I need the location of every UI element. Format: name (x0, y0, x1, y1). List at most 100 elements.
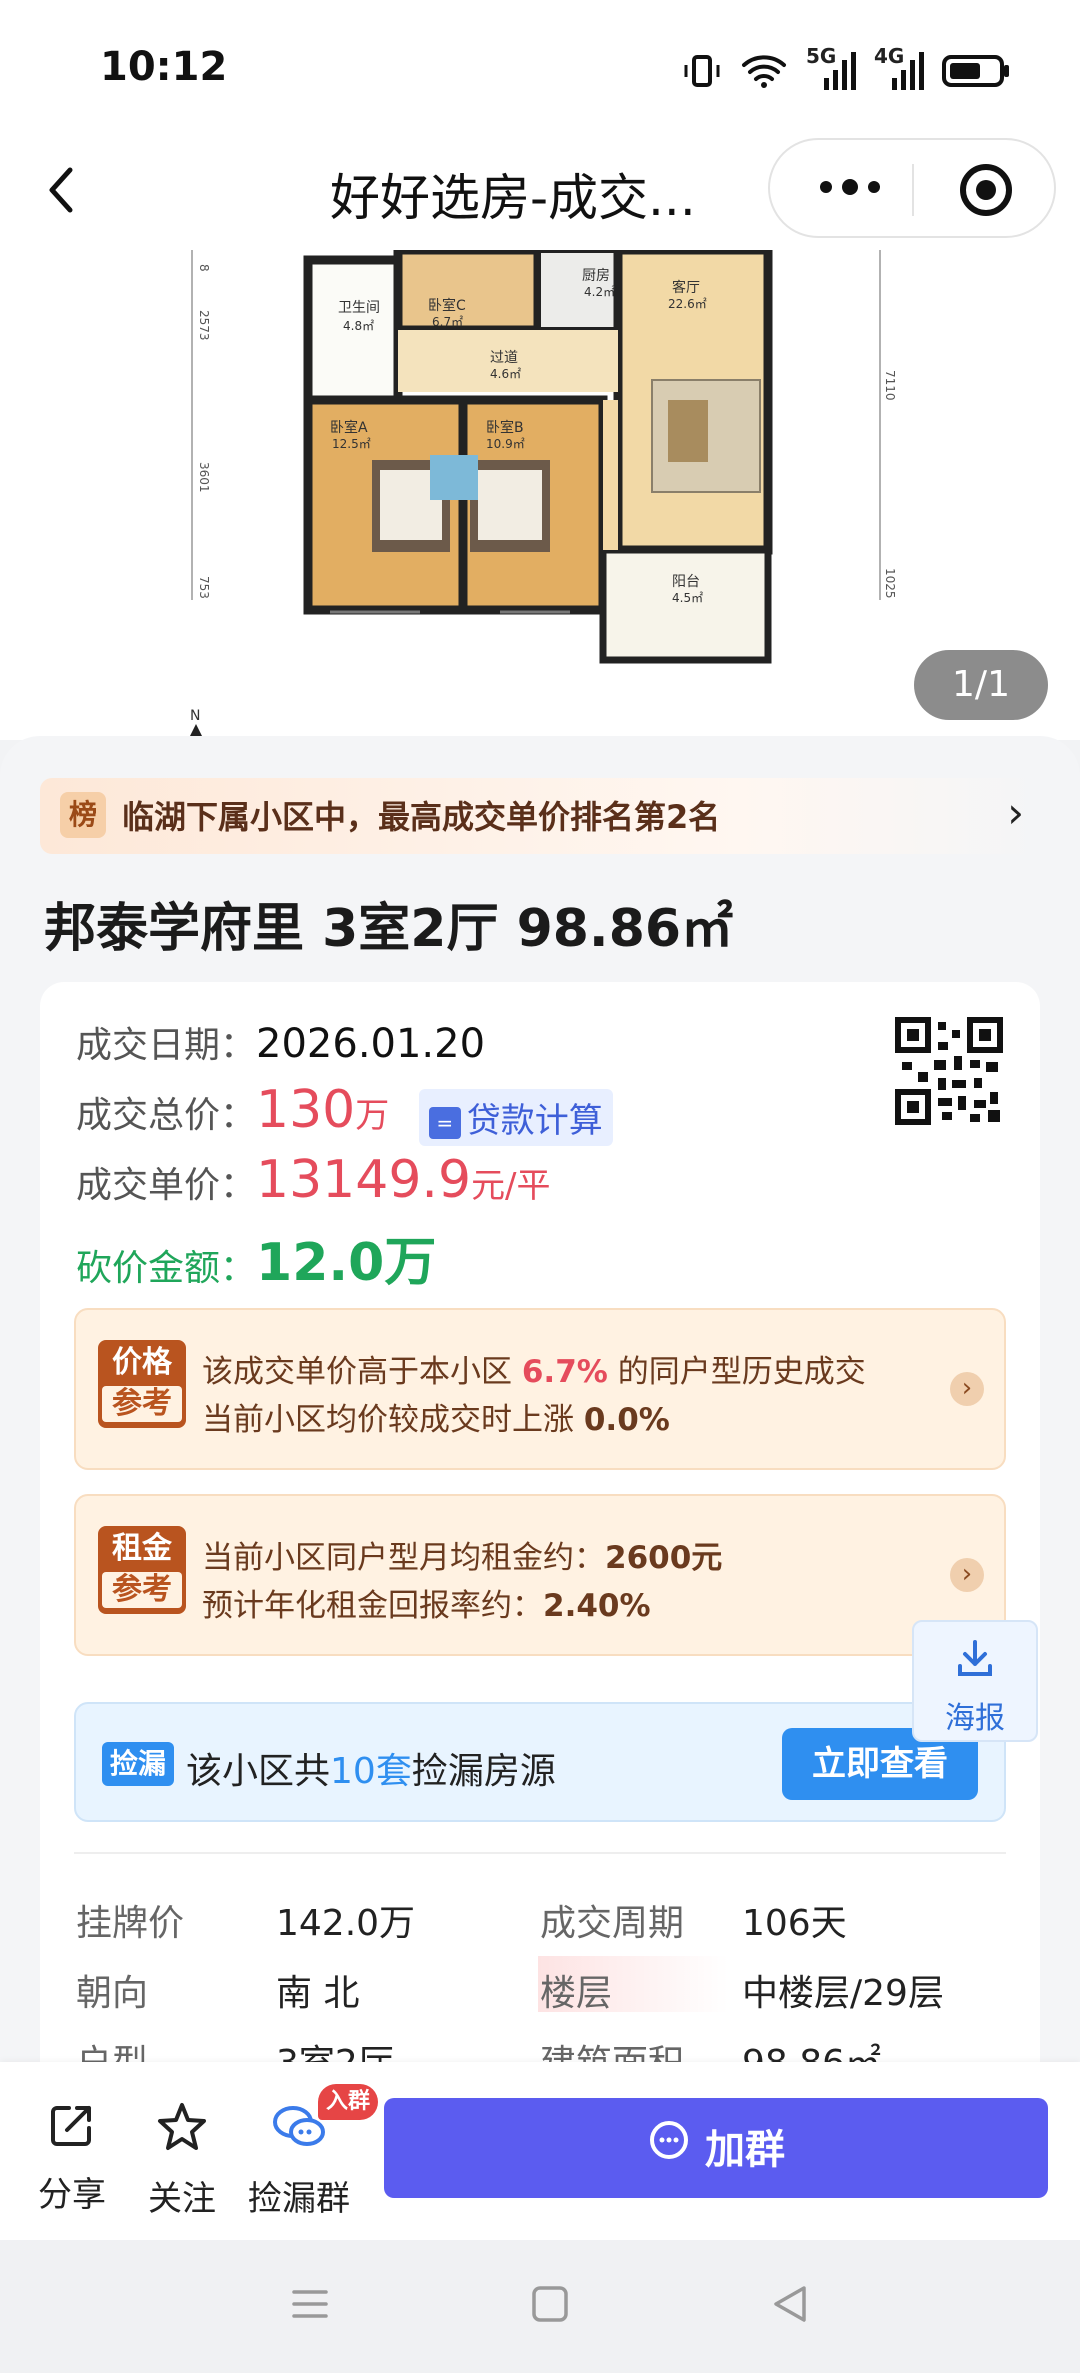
deal-date-row: 成交日期：2026.01.20 (76, 1016, 485, 1068)
info-value-orientation: 南 北 (276, 1973, 360, 2014)
download-icon (914, 1638, 1036, 1685)
floorplan-image[interactable]: 卫生间 4.8㎡ 卧室C 6.7㎡ 厨房 4.2㎡ 客厅 22.6㎡ 过道 4.… (0, 250, 1080, 740)
house-title: 邦泰学府里 3室2厅 98.86㎡ (44, 899, 734, 959)
svg-text:10.9㎡: 10.9㎡ (486, 437, 525, 451)
svg-text:7110: 7110 (883, 370, 897, 401)
deal-total-value: 130 (256, 1080, 356, 1140)
price-tip-line1: 该成交单价高于本小区 6.7% 的同户型历史成交 (202, 1346, 866, 1391)
price-reference-card[interactable]: 价格参考 该成交单价高于本小区 6.7% 的同户型历史成交 当前小区均价较成交时… (74, 1308, 1006, 1470)
price-tip-pct: 6.7% (521, 1354, 608, 1390)
price-tip-line1-a: 该成交单价高于本小区 (202, 1354, 512, 1390)
svg-text:753: 753 (197, 576, 211, 599)
info-label-floor: 楼层 (540, 1973, 613, 2014)
signal-4g-label: 4G (874, 44, 905, 68)
bargain-row: 砍价金额：12.0万 (76, 1220, 436, 1295)
rank-badge: 榜 (60, 792, 106, 838)
rent-tip-line2-a: 预计年化租金回报率约： (202, 1588, 543, 1624)
room-label-balcony: 阳台 (672, 574, 700, 590)
deal-card: 成交日期：2026.01.20 成交总价：130万 = 贷款计算 成交单价：131… (40, 982, 1040, 2066)
bargain-count: 10套 (330, 1751, 412, 1792)
deal-total-label: 成交总价： (76, 1095, 257, 1136)
rent-tag-top: 租金 (112, 1531, 172, 1566)
rent-tip-line1-a: 当前小区同户型月均租金约： (202, 1540, 605, 1576)
rank-text: 临湖下属小区中，最高成交单价排名第2名 (122, 798, 721, 836)
info-label-list-price: 挂牌价 (76, 1903, 185, 1944)
price-tip-line2: 当前小区均价较成交时上涨 0.0% (202, 1394, 670, 1439)
status-time: 10:12 (100, 44, 228, 90)
system-nav-bar (0, 2240, 1080, 2373)
svg-text:2573: 2573 (197, 310, 211, 341)
vibrate-icon (682, 51, 722, 95)
join-group-button[interactable]: 加群 (384, 2098, 1048, 2198)
follow-button[interactable]: 关注 (148, 2100, 216, 2220)
deal-unit-label: 成交单价： (76, 1165, 257, 1206)
price-reference-tag: 价格 参考 (98, 1340, 186, 1428)
room-label-hallway: 过道 (490, 350, 518, 366)
share-icon (38, 2100, 106, 2161)
qr-code-icon[interactable] (894, 1016, 1004, 1126)
deal-unit-unit: 元/平 (471, 1166, 551, 1206)
rent-tip-line1: 当前小区同户型月均租金约：2600元 (202, 1532, 722, 1577)
poster-button[interactable]: 海报 (912, 1620, 1038, 1742)
miniapp-capsule (768, 138, 1056, 238)
back-button[interactable] (40, 160, 90, 220)
join-group-label: 加群 (705, 2127, 785, 2173)
rent-reference-card[interactable]: 租金参考 当前小区同户型月均租金约：2600元 预计年化租金回报率约：2.40%… (74, 1494, 1006, 1656)
deal-total-row: 成交总价：130万 = 贷款计算 (76, 1080, 613, 1146)
svg-text:1025: 1025 (883, 568, 897, 599)
chevron-right-icon: › (1007, 788, 1024, 837)
home-icon[interactable] (530, 2284, 570, 2335)
share-button[interactable]: 分享 (38, 2100, 106, 2216)
loan-calc-label: 贷款计算 (466, 1100, 603, 1141)
nav-bar: 好好选房-成交... (0, 130, 1080, 250)
price-tag-top: 价格 (112, 1345, 172, 1380)
deal-detail-sheet: 榜 临湖下属小区中，最高成交单价排名第2名 › 邦泰学府里 3室2厅 98.86… (0, 736, 1080, 2066)
info-value-list-price: 142.0万 (276, 1903, 416, 1944)
rent-tip-line2: 预计年化租金回报率约：2.40% (202, 1580, 651, 1625)
deal-date-label: 成交日期： (76, 1025, 257, 1066)
chevron-right-icon: › (950, 1558, 984, 1592)
bargain-listing-banner: 捡漏 该小区共10套捡漏房源 立即查看 (74, 1702, 1006, 1822)
chevron-right-icon: › (950, 1372, 984, 1406)
calculator-icon: = (428, 1106, 461, 1139)
signal-4g-icon: 4G (874, 44, 924, 96)
join-group-badge: 入群 (318, 2084, 378, 2120)
menu-icon[interactable] (290, 2284, 330, 2335)
room-label-bedroom-a: 卧室A (330, 419, 368, 436)
page-title: 好好选房-成交... (330, 169, 696, 227)
room-label-living: 客厅 (672, 279, 700, 296)
rank-banner[interactable]: 榜 临湖下属小区中，最高成交单价排名第2名 › (40, 778, 1040, 854)
rent-tip-yield: 2.40% (543, 1588, 651, 1624)
bargain-text-b: 捡漏房源 (411, 1751, 556, 1792)
svg-text:8: 8 (197, 264, 211, 272)
share-label: 分享 (38, 2175, 106, 2215)
loan-calc-button[interactable]: = 贷款计算 (418, 1088, 613, 1146)
chevron-left-icon (49, 167, 73, 213)
poster-label: 海报 (945, 1701, 1005, 1736)
room-label-kitchen: 厨房 (582, 268, 610, 284)
rent-tag-bottom: 参考 (102, 1572, 182, 1608)
info-label-orientation: 朝向 (76, 1973, 149, 2014)
bargain-listing-text: 该小区共10套捡漏房源 (186, 1742, 556, 1794)
star-icon (148, 2100, 216, 2165)
info-value-floor: 中楼层/29层 (742, 1973, 944, 2014)
price-tag-bottom: 参考 (102, 1386, 182, 1422)
image-counter: 1/1 (914, 650, 1048, 720)
compass-north: N (190, 708, 200, 724)
close-miniapp-button[interactable] (960, 164, 1012, 216)
bargain-text-a: 该小区共 (186, 1751, 331, 1792)
svg-text:4.2㎡: 4.2㎡ (584, 285, 615, 299)
price-tip-line1-b: 的同户型历史成交 (617, 1354, 866, 1390)
chat-bubble-icon (647, 2100, 691, 2200)
capsule-divider (912, 164, 914, 216)
bottom-action-bar: 分享 关注 捡漏群 入群 加群 (0, 2062, 1080, 2240)
back-triangle-icon[interactable] (770, 2284, 810, 2335)
price-tip-rise: 0.0% (583, 1402, 670, 1438)
battery-icon (942, 53, 1010, 93)
svg-text:4.5㎡: 4.5㎡ (672, 591, 703, 605)
bargain-label: 砍价金额： (76, 1248, 257, 1289)
more-button[interactable] (810, 162, 890, 212)
rent-tip-monthly: 2600元 (605, 1540, 723, 1576)
section-divider (74, 1852, 1006, 1854)
more-dots-icon (820, 179, 880, 195)
